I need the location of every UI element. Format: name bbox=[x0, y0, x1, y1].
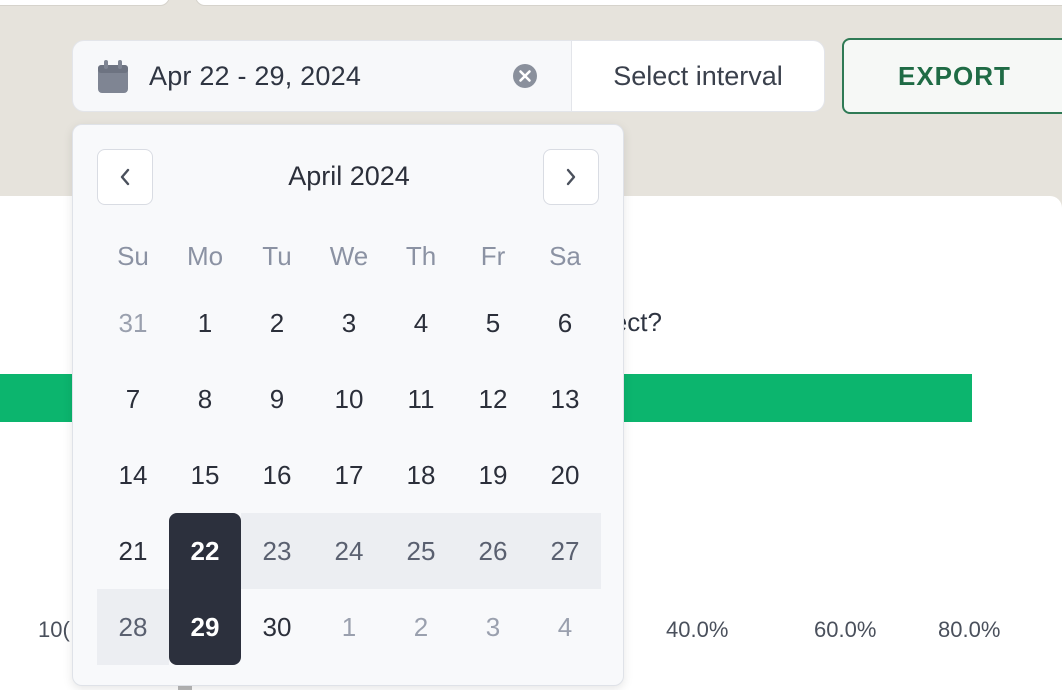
calendar-day[interactable]: 1 bbox=[313, 589, 385, 665]
date-range-field[interactable]: Apr 22 - 29, 2024 bbox=[72, 40, 572, 112]
calendar-day[interactable]: 8 bbox=[169, 361, 241, 437]
calendar-day[interactable]: 2 bbox=[385, 589, 457, 665]
weekday-header: Su Mo Tu We Th Fr Sa bbox=[97, 241, 601, 272]
weekday-label: We bbox=[329, 241, 369, 271]
axis-tick-label: 10( bbox=[38, 617, 70, 642]
calendar-day[interactable]: 19 bbox=[457, 437, 529, 513]
calendar-day[interactable]: 1 bbox=[169, 285, 241, 361]
weekday-label: Tu bbox=[262, 241, 292, 271]
export-button[interactable]: EXPORT bbox=[842, 38, 1062, 114]
next-month-button[interactable] bbox=[543, 149, 599, 205]
calendar-day[interactable]: 30 bbox=[241, 589, 313, 665]
top-card-left bbox=[0, 0, 170, 6]
select-interval-button[interactable]: Select interval bbox=[571, 40, 825, 112]
calendar-day[interactable]: 11 bbox=[385, 361, 457, 437]
calendar-day[interactable]: 16 bbox=[241, 437, 313, 513]
calendar-day[interactable]: 4 bbox=[529, 589, 601, 665]
weekday-label: Th bbox=[405, 241, 437, 271]
calendar-day[interactable]: 6 bbox=[529, 285, 601, 361]
calendar-day[interactable]: 31 bbox=[97, 285, 169, 361]
calendar-icon bbox=[98, 60, 128, 93]
calendar-day[interactable]: 9 bbox=[241, 361, 313, 437]
calendar-day[interactable]: 20 bbox=[529, 437, 601, 513]
calendar-day[interactable]: 5 bbox=[457, 285, 529, 361]
top-card-right bbox=[195, 0, 1062, 6]
calendar-day[interactable]: 3 bbox=[457, 589, 529, 665]
calendar-day[interactable]: 10 bbox=[313, 361, 385, 437]
weekday-label: Mo bbox=[186, 241, 224, 271]
calendar-day[interactable]: 12 bbox=[457, 361, 529, 437]
day-grid: 31 1 2 3 4 5 6 7 8 9 10 11 12 13 14 15 1… bbox=[97, 285, 601, 665]
calendar-day-in-range[interactable]: 24 bbox=[313, 513, 385, 589]
calendar-day[interactable]: 13 bbox=[529, 361, 601, 437]
calendar-day-range-end[interactable]: 29 bbox=[169, 589, 241, 665]
calendar-day-in-range[interactable]: 23 bbox=[241, 513, 313, 589]
calendar-day-in-range[interactable]: 27 bbox=[529, 513, 601, 589]
calendar-day-in-range[interactable]: 28 bbox=[97, 589, 169, 665]
axis-tick-label: 80.0% bbox=[938, 617, 1001, 642]
calendar-day-range-start[interactable]: 22 bbox=[169, 513, 241, 589]
weekday-label: Su bbox=[117, 241, 149, 271]
chevron-right-icon bbox=[566, 168, 576, 186]
calendar-day[interactable]: 14 bbox=[97, 437, 169, 513]
date-range-value: Apr 22 - 29, 2024 bbox=[149, 61, 362, 91]
calendar-day[interactable]: 2 bbox=[241, 285, 313, 361]
calendar-day[interactable]: 7 bbox=[97, 361, 169, 437]
weekday-label: Sa bbox=[549, 241, 581, 271]
clear-circle-icon[interactable] bbox=[512, 63, 538, 89]
weekday-label: Fr bbox=[480, 241, 506, 271]
calendar-day[interactable]: 18 bbox=[385, 437, 457, 513]
calendar-day[interactable]: 21 bbox=[97, 513, 169, 589]
axis-tick-label: 40.0% bbox=[666, 617, 729, 642]
calendar-day-in-range[interactable]: 25 bbox=[385, 513, 457, 589]
calendar-day[interactable]: 4 bbox=[385, 285, 457, 361]
date-picker-popup: April 2024 Su Mo Tu We Th Fr Sa 31 1 2 3… bbox=[72, 124, 624, 686]
calendar-day[interactable]: 15 bbox=[169, 437, 241, 513]
calendar-day-in-range[interactable]: 26 bbox=[457, 513, 529, 589]
calendar-day[interactable]: 3 bbox=[313, 285, 385, 361]
axis-tick-label: 60.0% bbox=[814, 617, 877, 642]
calendar-day[interactable]: 17 bbox=[313, 437, 385, 513]
